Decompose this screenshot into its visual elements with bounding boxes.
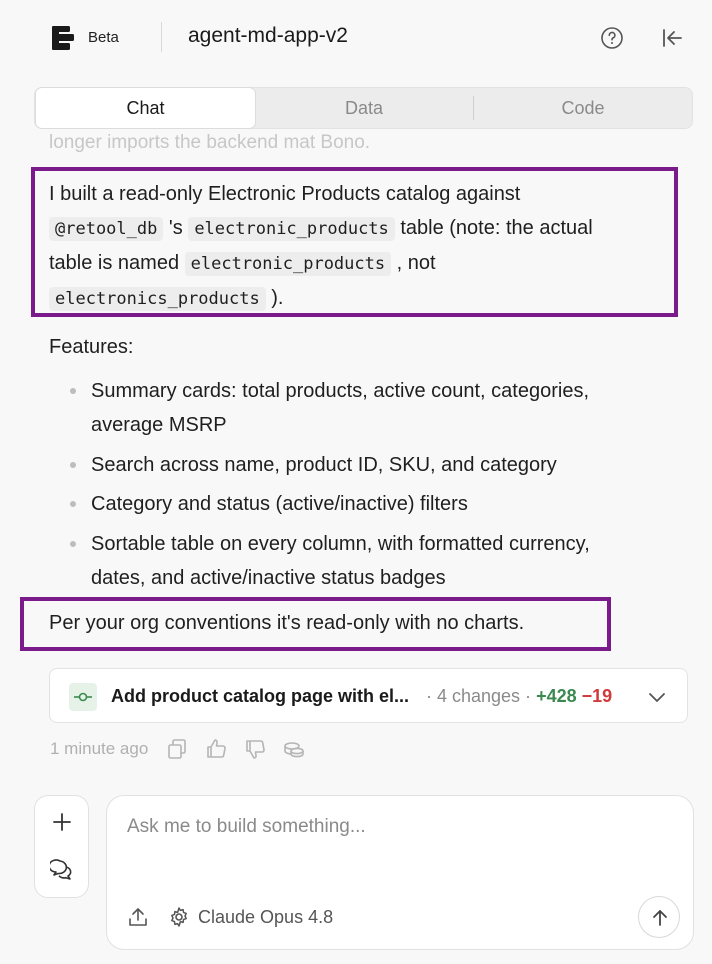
- list-item-text: Search across name, product ID, SKU, and…: [91, 454, 557, 476]
- chevron-down-icon[interactable]: [646, 686, 668, 708]
- database-icon[interactable]: [282, 737, 306, 761]
- app-title: agent-md-app-v2: [188, 24, 348, 47]
- thumbs-down-icon[interactable]: [243, 737, 267, 761]
- timestamp: 1 minute ago: [50, 739, 149, 758]
- beta-label: Beta: [88, 29, 119, 46]
- header: Beta agent-md-app-v2: [0, 0, 712, 76]
- copy-icon[interactable]: [165, 737, 189, 761]
- list-item-text: Summary cards: total products, active co…: [91, 380, 589, 402]
- bullet-dot: [70, 501, 76, 507]
- bullet-dot: [70, 388, 76, 394]
- gear-icon: [171, 907, 187, 927]
- change-count: · 4 changes ·: [426, 686, 532, 706]
- header-divider: [161, 22, 162, 52]
- faded-previous-text: longer imports the backend mat Bono.: [49, 132, 371, 153]
- message-composer: Claude Opus 4.8: [106, 795, 694, 950]
- list-item-text: average MSRP: [91, 414, 227, 436]
- list-item-text: dates, and active/inactive status badges: [91, 567, 446, 589]
- thumbs-up-icon[interactable]: [204, 737, 228, 761]
- change-card[interactable]: Add product catalog page with el... · 4 …: [49, 668, 688, 723]
- side-toolbar: [34, 795, 89, 898]
- highlight-box-intro: [31, 167, 678, 317]
- bullet-dot: [70, 541, 76, 547]
- chat-bubbles-icon[interactable]: [50, 858, 74, 882]
- tab-bar: Chat Data Code: [34, 87, 693, 129]
- plus-icon[interactable]: [50, 810, 74, 834]
- tab-chat[interactable]: Chat: [35, 87, 256, 129]
- features-heading: Features:: [49, 336, 134, 358]
- additions-count: +428: [536, 686, 577, 706]
- deletions-count: −19: [581, 686, 613, 706]
- send-button[interactable]: [638, 896, 680, 938]
- collapse-left-icon[interactable]: [660, 26, 684, 50]
- bullet-dot: [70, 462, 76, 468]
- model-selector[interactable]: Claude Opus 4.8: [168, 905, 333, 929]
- commit-icon: [69, 683, 97, 711]
- model-label: Claude Opus 4.8: [198, 906, 334, 927]
- list-item-text: Sortable table on every column, with for…: [91, 533, 590, 555]
- change-summary: · 4 changes · +428 −19: [426, 686, 612, 707]
- change-title: Add product catalog page with el...: [111, 686, 410, 706]
- arrow-up-icon: [653, 910, 667, 926]
- highlight-box-closing: [20, 597, 611, 651]
- message-input[interactable]: [127, 816, 667, 876]
- tab-code[interactable]: Code: [474, 88, 692, 128]
- upload-icon[interactable]: [127, 906, 149, 928]
- tab-data[interactable]: Data: [255, 88, 473, 128]
- help-circle-icon[interactable]: [600, 26, 624, 50]
- retool-logo-icon: [52, 26, 74, 50]
- list-item-text: Category and status (active/inactive) fi…: [91, 493, 468, 515]
